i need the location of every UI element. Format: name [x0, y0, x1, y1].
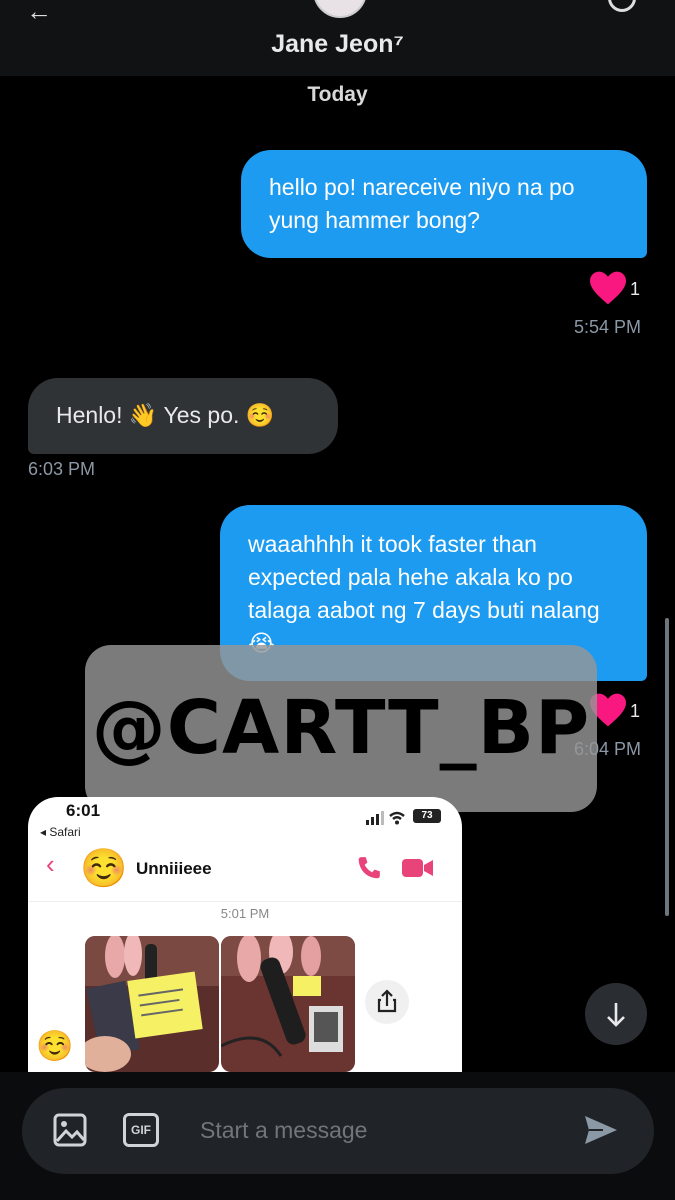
- embedded-message-time: 5:01 PM: [220, 906, 270, 921]
- embedded-screenshot[interactable]: 6:01 ◂ Safari 73 ‹ ☺️ Unniiieee 5:01 PM: [28, 797, 462, 1072]
- embedded-contact-name: Unniiieee: [136, 859, 212, 878]
- message-text: Henlo! 👋 Yes po. ☺️: [56, 402, 275, 428]
- phone-call-icon: [358, 857, 380, 879]
- scrollbar[interactable]: [665, 618, 669, 916]
- reaction-emoji: ☺️: [36, 1030, 74, 1063]
- contact-avatar-emoji: ☺️: [80, 848, 128, 890]
- scroll-to-bottom-button[interactable]: [585, 983, 647, 1045]
- arrow-down-icon: [607, 1003, 625, 1027]
- back-to-safari-link: ◂ Safari: [40, 825, 81, 839]
- gif-button[interactable]: GIF: [123, 1113, 159, 1147]
- contact-name[interactable]: Jane Jeon⁷: [0, 30, 675, 59]
- reaction-count: 1: [630, 701, 641, 721]
- video-call-icon: [402, 859, 433, 877]
- watermark-text: @CARTT_BP: [91, 685, 591, 771]
- share-icon: [377, 989, 397, 1013]
- message-text: hello po! nareceive niyo na po yung hamm…: [269, 174, 575, 233]
- info-icon[interactable]: [608, 0, 636, 12]
- photo-thumbnail: [85, 936, 219, 1072]
- send-icon[interactable]: [583, 1114, 619, 1146]
- message-input[interactable]: Start a message: [200, 1117, 367, 1144]
- status-time: 6:01: [66, 801, 101, 820]
- divider: [28, 901, 462, 902]
- received-message-bubble[interactable]: Henlo! 👋 Yes po. ☺️: [28, 378, 338, 454]
- back-arrow-icon[interactable]: ←: [26, 0, 52, 27]
- message-timestamp: 5:54 PM: [574, 317, 642, 337]
- photo-thumbnail: [221, 936, 355, 1072]
- watermark-overlay: @CARTT_BP: [85, 645, 597, 812]
- heart-reaction-icon[interactable]: [588, 270, 628, 306]
- home-indicator: [0, 1188, 675, 1200]
- share-button: [365, 980, 409, 1024]
- battery-icon: 73: [413, 809, 441, 823]
- image-icon[interactable]: [53, 1113, 87, 1147]
- message-text: waaahhhh it took faster than expected pa…: [248, 531, 600, 656]
- chevron-left-icon: ‹: [46, 849, 55, 879]
- conversation-header: ← Jane Jeon⁷: [0, 0, 675, 76]
- message-timestamp: 6:03 PM: [28, 459, 96, 479]
- sent-message-bubble[interactable]: hello po! nareceive niyo na po yung hamm…: [241, 150, 647, 258]
- avatar[interactable]: [313, 0, 367, 18]
- reaction-count: 1: [630, 279, 641, 299]
- date-separator: Today: [307, 83, 368, 106]
- signal-wifi-icon: [366, 811, 405, 825]
